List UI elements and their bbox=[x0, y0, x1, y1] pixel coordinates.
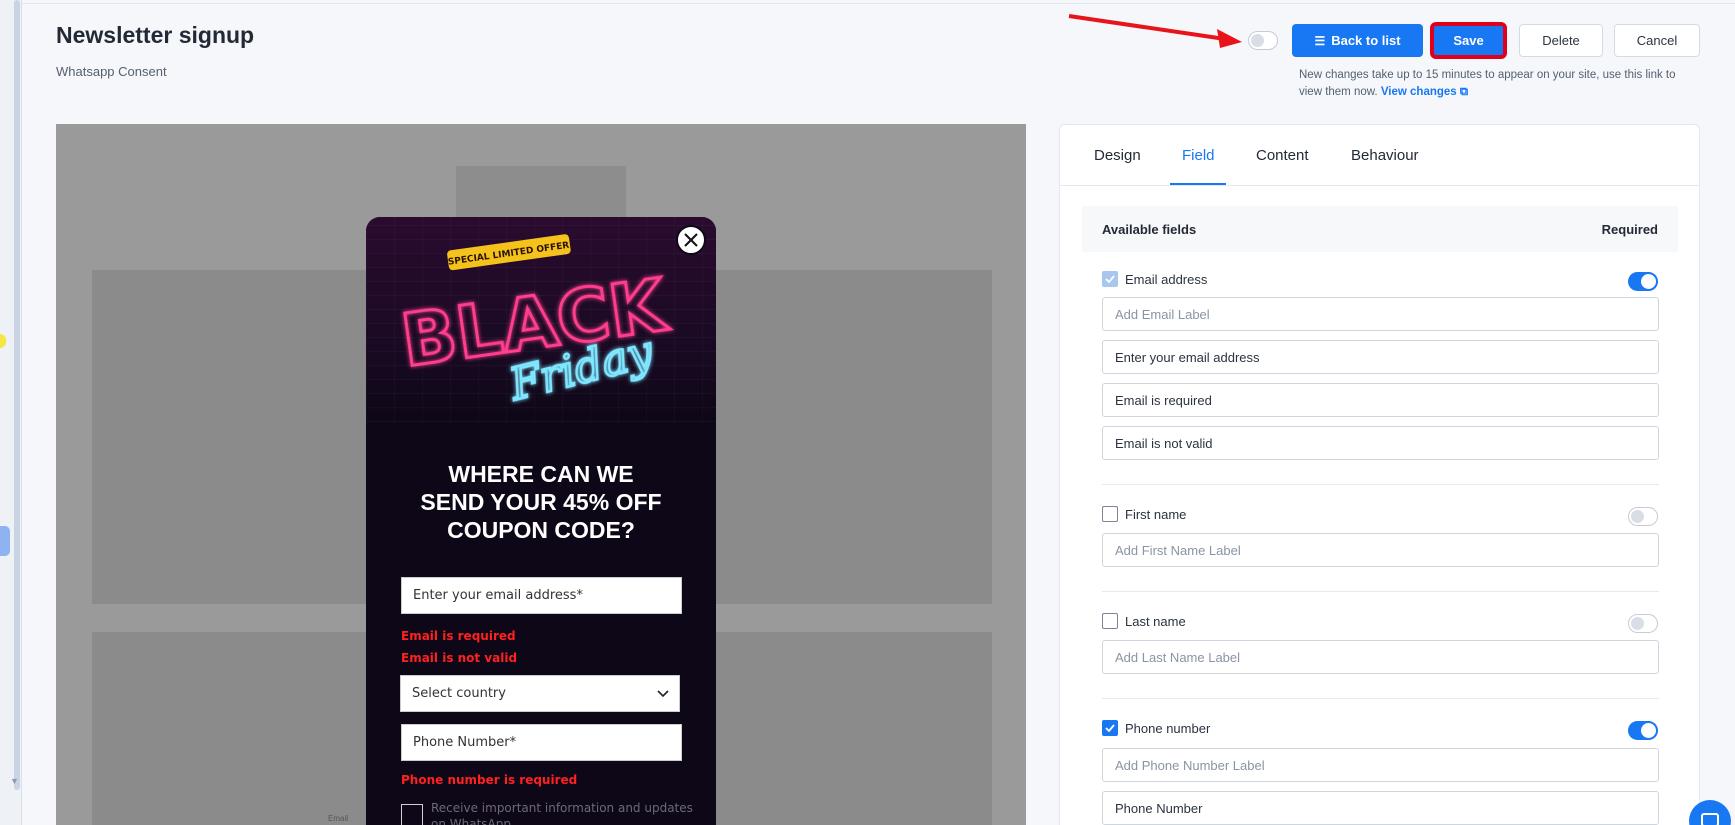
popup-preview: Email SPECIAL LIMITED OFFER BLACK Friday bbox=[56, 124, 1026, 825]
back-to-list-label: Back to list bbox=[1331, 33, 1401, 48]
save-button[interactable]: Save bbox=[1430, 22, 1507, 59]
signup-popup: SPECIAL LIMITED OFFER BLACK Friday WHERE… bbox=[366, 217, 716, 825]
active-tab-indicator bbox=[1170, 183, 1226, 185]
tab-content[interactable]: Content bbox=[1256, 147, 1309, 164]
email-field-row: Email address bbox=[1102, 271, 1207, 287]
last-name-checkbox[interactable] bbox=[1102, 613, 1118, 629]
first-name-label: First name bbox=[1125, 506, 1187, 522]
scroll-down-icon[interactable]: ▼ bbox=[10, 776, 19, 786]
email-placeholder-input[interactable]: Enter your email address bbox=[1102, 340, 1659, 374]
last-name-label-input[interactable]: Add Last Name Label bbox=[1102, 640, 1659, 674]
chat-icon bbox=[1701, 813, 1719, 825]
list-icon: ☰ bbox=[1314, 33, 1326, 48]
page-title: Newsletter signup bbox=[56, 22, 255, 48]
first-name-field-row: First name bbox=[1102, 506, 1186, 522]
sidebar-active-item[interactable] bbox=[0, 526, 10, 556]
email-required-error: Email is required bbox=[401, 629, 516, 643]
email-label-input[interactable]: Add Email Label bbox=[1102, 297, 1659, 331]
top-divider bbox=[22, 0, 1735, 4]
email-required-toggle[interactable] bbox=[1628, 272, 1658, 291]
close-popup-button[interactable] bbox=[676, 225, 706, 255]
required-heading: Required bbox=[1601, 222, 1658, 237]
phone-placeholder-input[interactable]: Phone Number bbox=[1102, 791, 1659, 825]
last-name-field-row: Last name bbox=[1102, 613, 1186, 629]
settings-tabs: Design Field Content Behaviour bbox=[1060, 125, 1699, 186]
whatsapp-consent-checkbox[interactable] bbox=[401, 804, 423, 825]
delete-button[interactable]: Delete bbox=[1519, 24, 1603, 57]
tab-field[interactable]: Field bbox=[1182, 147, 1215, 164]
view-changes-link[interactable]: View changes ⧉ bbox=[1381, 86, 1468, 98]
left-sidebar: ▼ bbox=[0, 0, 22, 825]
fields-header: Available fields Required bbox=[1082, 206, 1678, 252]
changes-notice: New changes take up to 15 minutes to app… bbox=[1299, 67, 1699, 101]
phone-field-label: Phone number bbox=[1125, 720, 1211, 736]
popup-heading: WHERE CAN WE SEND YOUR 45% OFF COUPON CO… bbox=[420, 461, 662, 543]
email-invalid-error: Email is not valid bbox=[401, 651, 518, 665]
sidebar-indicator bbox=[0, 334, 6, 348]
phone-field-checkbox[interactable] bbox=[1102, 720, 1118, 736]
field-divider bbox=[1102, 698, 1659, 699]
tab-design[interactable]: Design bbox=[1094, 147, 1141, 164]
email-required-message-input[interactable]: Email is required bbox=[1102, 383, 1659, 417]
email-field-label: Email address bbox=[1125, 271, 1208, 287]
settings-panel: Design Field Content Behaviour Available… bbox=[1059, 124, 1700, 825]
phone-required-error: Phone number is required bbox=[401, 773, 578, 787]
popup-phone-input[interactable]: Phone Number* bbox=[401, 724, 682, 761]
back-to-list-button[interactable]: ☰ Back to list bbox=[1292, 24, 1423, 57]
available-fields-heading: Available fields bbox=[1102, 222, 1197, 237]
first-name-required-toggle[interactable] bbox=[1628, 507, 1658, 526]
phone-label-input[interactable]: Add Phone Number Label bbox=[1102, 748, 1659, 782]
tab-behaviour[interactable]: Behaviour bbox=[1351, 147, 1419, 164]
country-select-label: Select country bbox=[412, 686, 506, 701]
publish-toggle[interactable] bbox=[1248, 31, 1278, 50]
external-link-icon: ⧉ bbox=[1459, 86, 1469, 98]
whatsapp-consent-text: Receive important information and update… bbox=[431, 801, 693, 825]
cancel-button[interactable]: Cancel bbox=[1614, 24, 1700, 57]
bg-email-label: Email bbox=[328, 814, 349, 823]
first-name-label-input[interactable]: Add First Name Label bbox=[1102, 533, 1659, 567]
email-invalid-message-input[interactable]: Email is not valid bbox=[1102, 426, 1659, 460]
field-divider bbox=[1102, 591, 1659, 592]
notice-text: New changes take up to 15 minutes to app… bbox=[1299, 69, 1676, 98]
country-select[interactable]: Select country bbox=[400, 675, 680, 712]
phone-field-row: Phone number bbox=[1102, 720, 1210, 736]
phone-required-toggle[interactable] bbox=[1628, 721, 1658, 740]
last-name-required-toggle[interactable] bbox=[1628, 614, 1658, 633]
sidebar-scrollbar[interactable] bbox=[14, 0, 20, 790]
black-friday-banner: SPECIAL LIMITED OFFER BLACK Friday bbox=[366, 217, 716, 422]
popup-email-input[interactable]: Enter your email address* bbox=[401, 577, 682, 614]
first-name-checkbox[interactable] bbox=[1102, 506, 1118, 522]
page-subtitle: Whatsapp Consent bbox=[56, 64, 167, 79]
chevron-down-icon bbox=[657, 689, 669, 697]
close-icon bbox=[684, 233, 698, 247]
email-field-checkbox[interactable] bbox=[1102, 271, 1118, 287]
annotation-arrow-icon bbox=[1068, 14, 1242, 48]
last-name-label: Last name bbox=[1125, 613, 1186, 629]
field-divider bbox=[1102, 484, 1659, 485]
